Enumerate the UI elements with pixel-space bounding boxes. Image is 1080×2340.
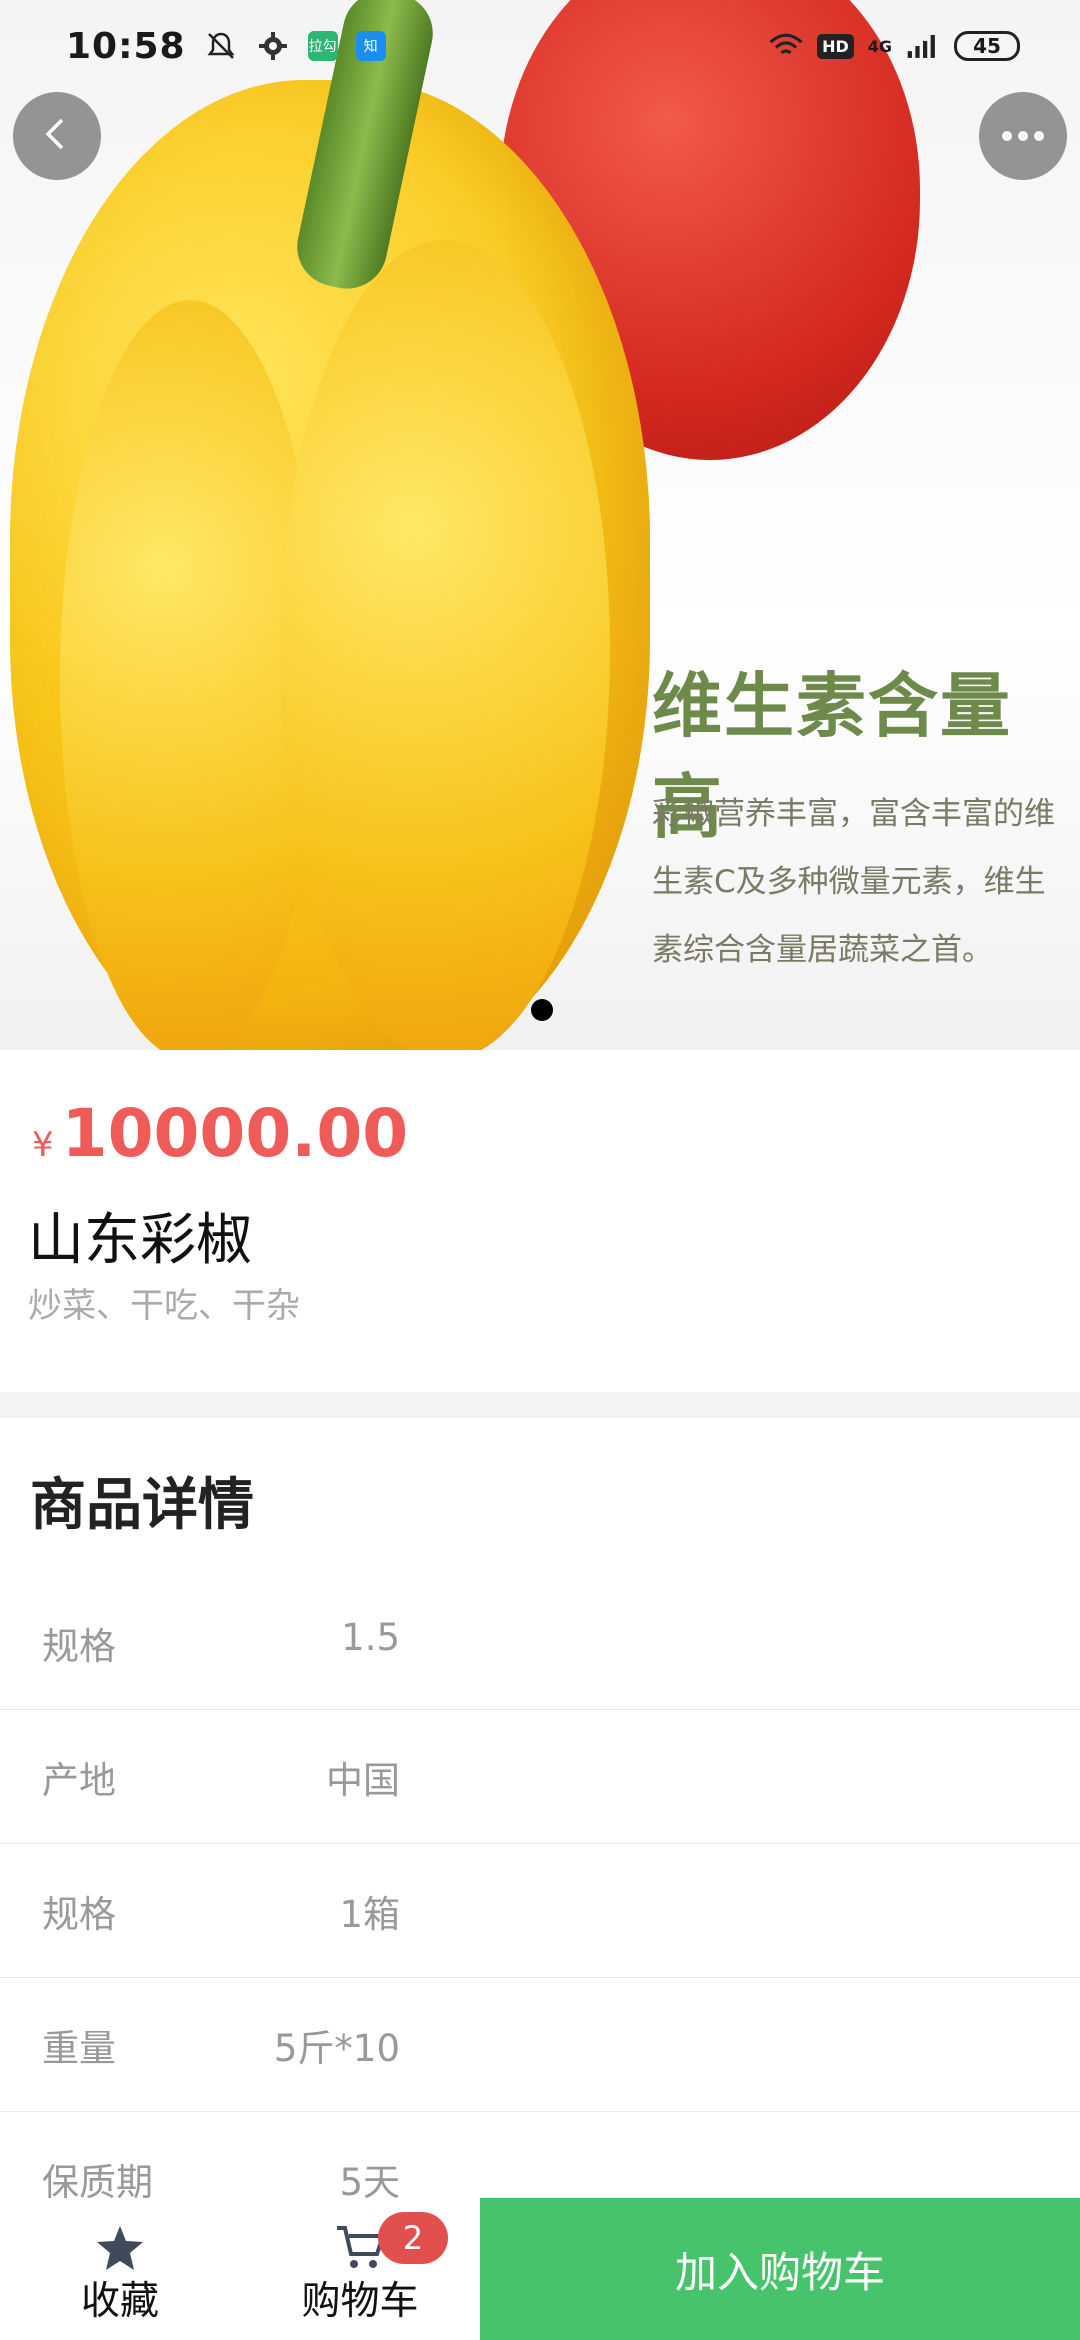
back-button[interactable] (13, 92, 101, 180)
spec-value: 1箱 (339, 1893, 400, 1936)
lagou-app-icon: 拉勾 (307, 31, 338, 61)
status-time: 10:58 (66, 25, 186, 67)
spec-key: 规格 (42, 1893, 116, 1936)
cart-button[interactable]: 2 购物车 (240, 2198, 480, 2340)
cart-icon (335, 2224, 386, 2274)
cart-label: 购物车 (301, 2279, 419, 2324)
star-icon (95, 2224, 145, 2276)
spec-value: 中国 (326, 1759, 400, 1802)
details-title: 商品详情 (30, 1473, 254, 1538)
zhihu-app-icon: 知 (355, 31, 386, 61)
spec-key: 重量 (42, 2027, 116, 2070)
spec-list: 规格 1.5 产地 中国 规格 1箱 重量 5斤*10 保质期 5天 (0, 1576, 1080, 2246)
signal-icon (906, 29, 940, 63)
spec-row: 产地 中国 (0, 1710, 1080, 1844)
hd-badge: HD (817, 33, 854, 59)
banner-description: 彩椒营养丰富，富含丰富的维生素C及多种微量元素，维生素综合含量居蔬菜之首。 (652, 796, 1055, 968)
favorite-button[interactable]: 收藏 (0, 2198, 240, 2340)
battery-indicator: 45 (954, 31, 1020, 61)
spec-value: 1.5 (341, 1616, 400, 1659)
gear-icon (256, 29, 290, 63)
bottom-action-bar: 收藏 2 购物车 加入购物车 (0, 2198, 1080, 2340)
product-name: 山东彩椒 (28, 1208, 252, 1273)
add-to-cart-button[interactable]: 加入购物车 (480, 2198, 1080, 2340)
spec-row: 规格 1.5 (0, 1576, 1080, 1710)
pepper-lobe (280, 240, 610, 1050)
favorite-label: 收藏 (80, 2279, 159, 2324)
section-divider (0, 1392, 1080, 1418)
wifi-icon (769, 29, 803, 63)
product-price: 10000.00 (61, 1095, 409, 1172)
spec-row: 规格 1箱 (0, 1844, 1080, 1978)
spec-row: 重量 5斤*10 (0, 1978, 1080, 2112)
spec-key: 规格 (42, 1625, 116, 1668)
network-type: 4G (867, 36, 892, 56)
status-bar: 10:58 拉勾 知 HD 4G 45 (0, 0, 1080, 92)
product-image-carousel[interactable]: 维生素含量高 彩椒营养丰富，富含丰富的维生素C及多种微量元素，维生素综合含量居蔬… (0, 0, 1080, 1050)
more-options-button[interactable] (979, 92, 1067, 180)
currency-symbol: ¥ (32, 1125, 54, 1165)
price-row: ¥ 10000.00 (32, 1095, 408, 1172)
more-dots-icon (1001, 127, 1045, 146)
carousel-indicator-dot[interactable] (531, 999, 553, 1021)
chevron-left-icon (37, 114, 77, 158)
spec-value: 5斤*10 (273, 2027, 400, 2070)
bell-muted-icon (204, 29, 238, 63)
spec-key: 产地 (42, 1759, 116, 1802)
product-tags: 炒菜、干吃、干杂 (28, 1286, 300, 1326)
cart-count-badge: 2 (378, 2212, 448, 2264)
